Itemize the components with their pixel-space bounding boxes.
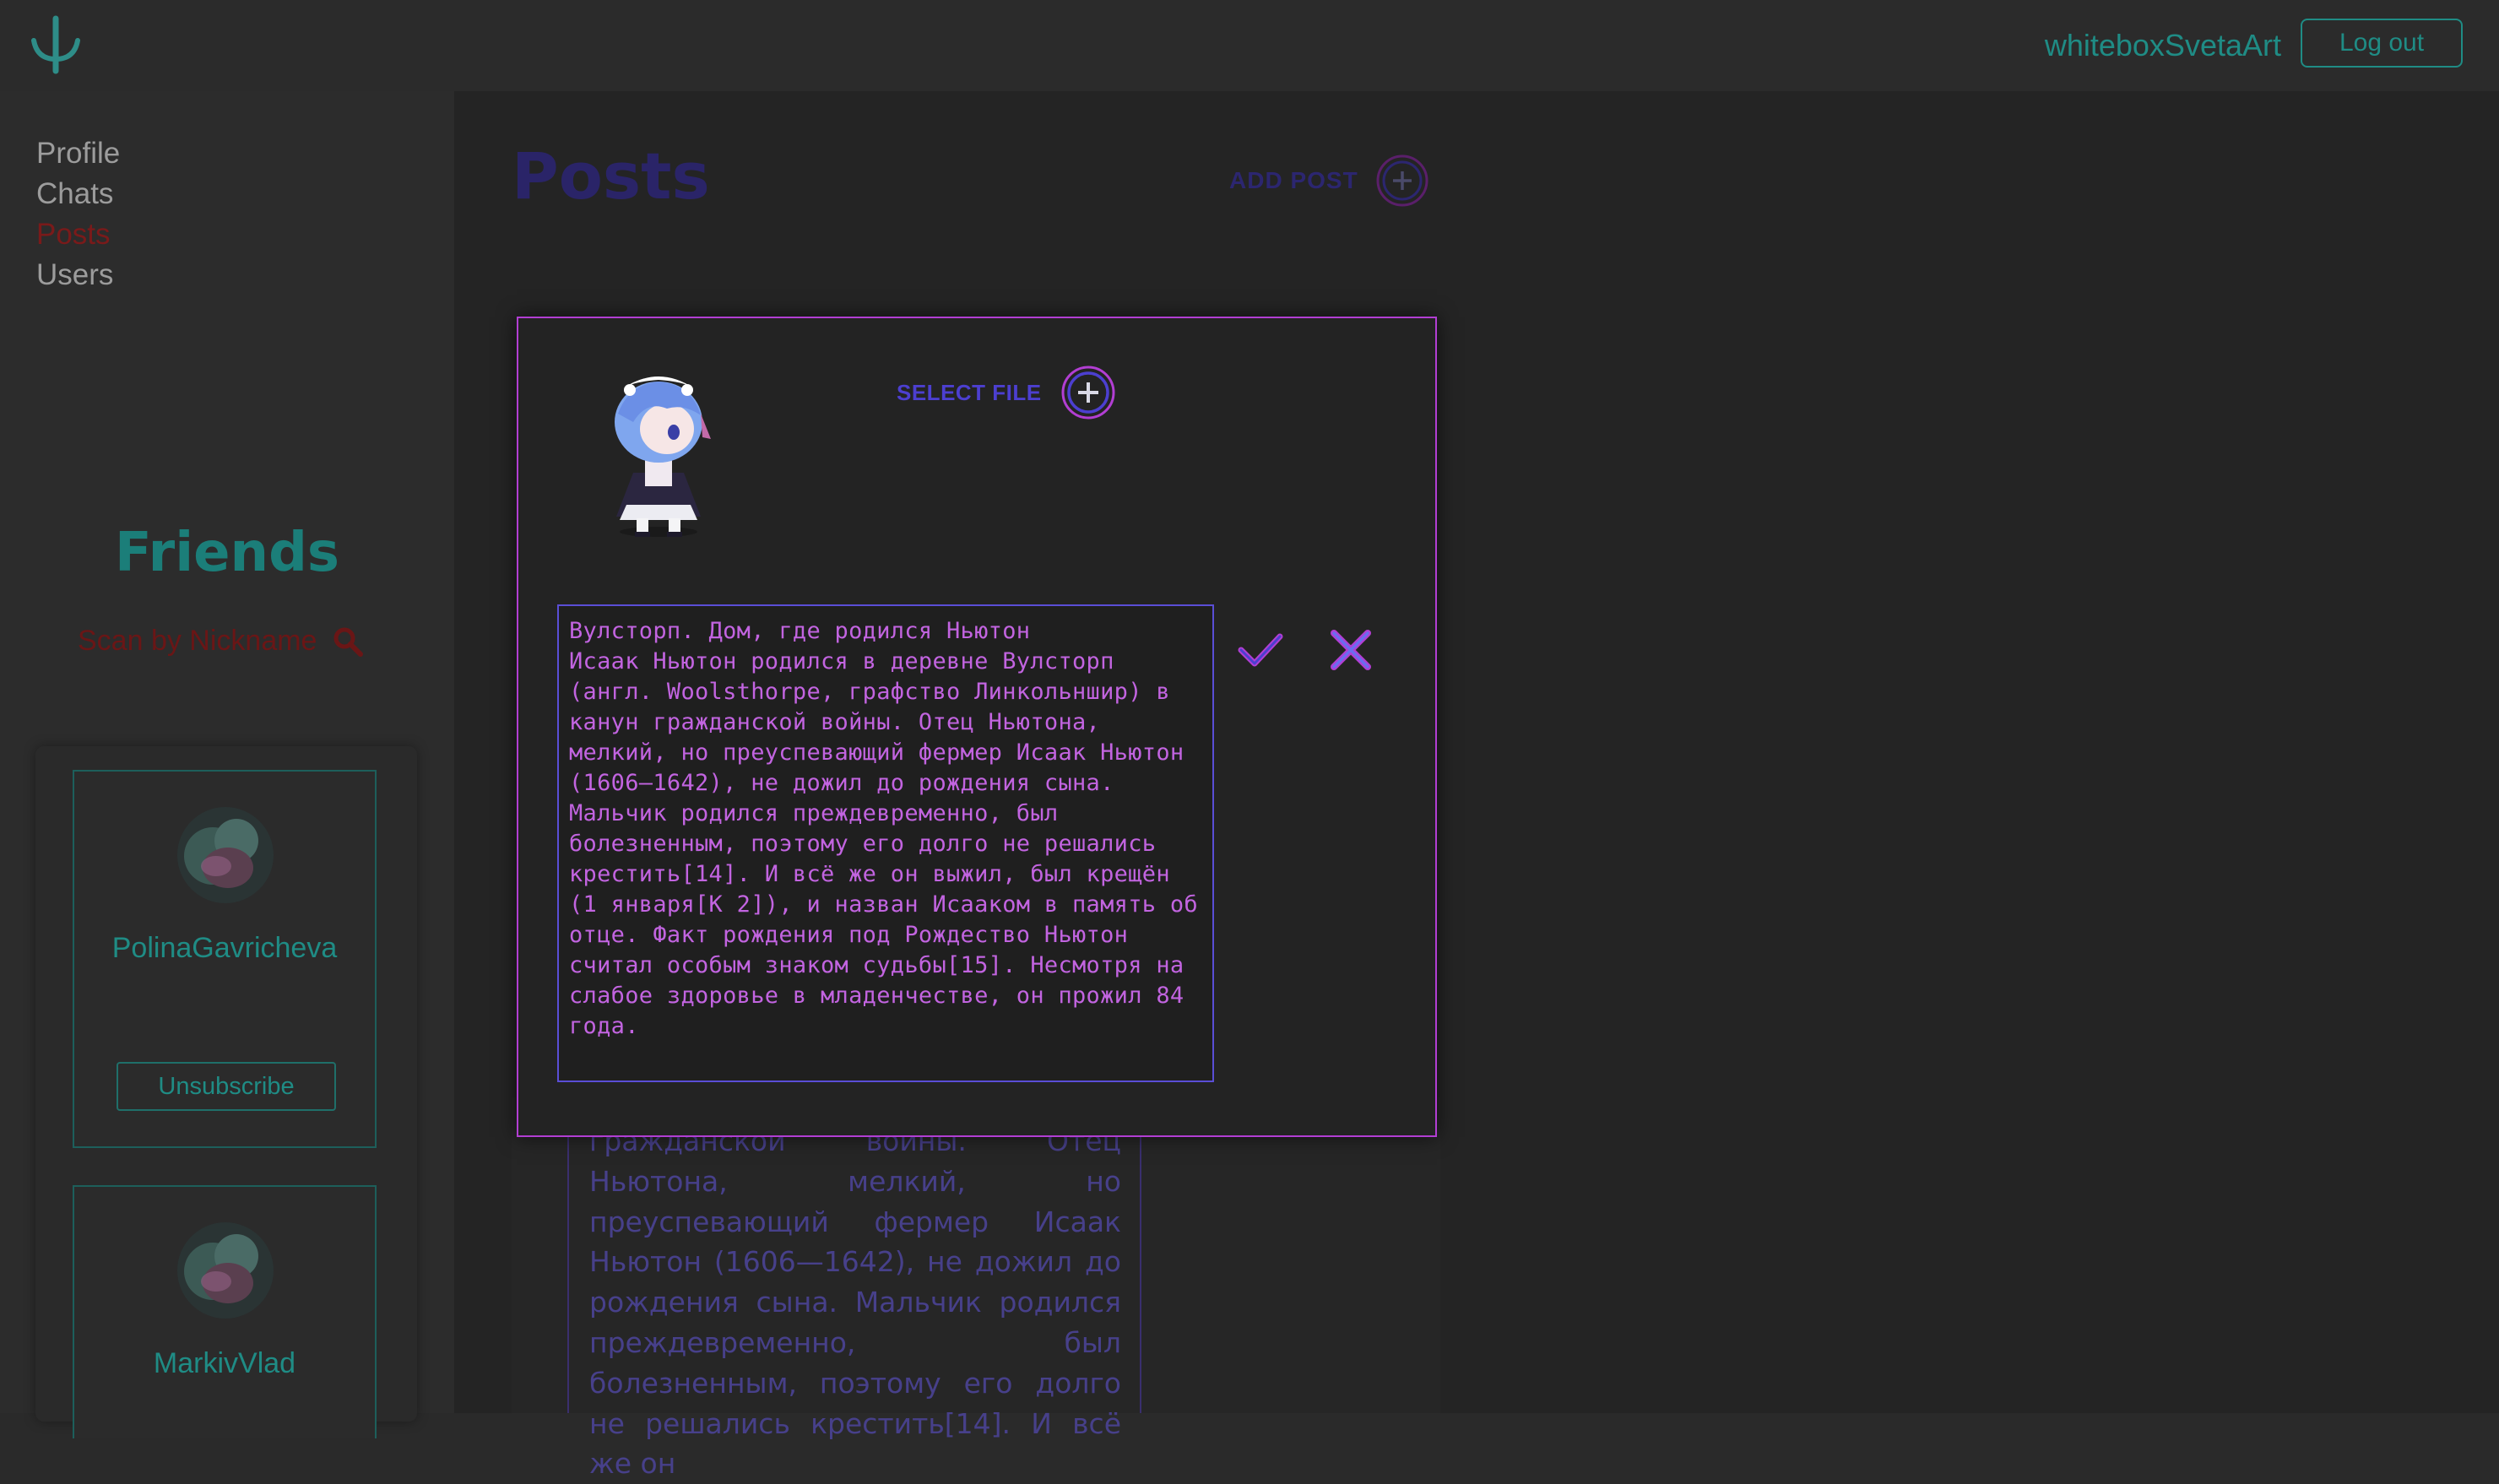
friend-name[interactable]: PolinaGavricheva: [74, 932, 375, 965]
search-input[interactable]: Scan by Nickname: [78, 625, 317, 658]
friend-card: PolinaGavricheva Unsubscribe: [73, 770, 377, 1148]
page-title: Posts: [512, 138, 710, 214]
avatar[interactable]: [177, 807, 274, 903]
friends-title: Friends: [115, 522, 339, 584]
plus-circle-icon[interactable]: [1375, 154, 1429, 208]
add-post-label: ADD POST: [1229, 167, 1358, 193]
add-post-button[interactable]: ADD POST: [1229, 154, 1429, 208]
friends-list: PolinaGavricheva Unsubscribe MarkivVlad: [35, 746, 417, 1438]
friend-card: MarkivVlad: [73, 1185, 377, 1438]
avatar[interactable]: [177, 1222, 274, 1319]
search-icon[interactable]: [332, 626, 364, 658]
sidebar-item-users[interactable]: Users: [36, 255, 120, 295]
confirm-check-icon[interactable]: [1234, 625, 1285, 675]
cancel-close-icon[interactable]: [1325, 625, 1376, 675]
plus-circle-icon[interactable]: [1060, 365, 1116, 420]
sidebar: Profile Chats Posts Users Friends Scan b…: [0, 91, 454, 1438]
sidebar-item-profile[interactable]: Profile: [36, 133, 120, 174]
friend-name[interactable]: MarkivVlad: [74, 1347, 375, 1380]
top-bar: whiteboxSvetaArt Log out: [0, 0, 2499, 91]
logo-icon[interactable]: [29, 15, 83, 74]
select-file-label: SELECT FILE: [897, 379, 1042, 405]
sidebar-item-posts[interactable]: Posts: [36, 214, 120, 255]
friends-search[interactable]: Scan by Nickname: [78, 625, 364, 658]
logout-button[interactable]: Log out: [2301, 19, 2463, 68]
post-text: гражданской войны. Отец Ньютона, мелкий,…: [589, 1124, 1121, 1481]
post-text-field[interactable]: Вулсторп. Дом, где родился Ньютон Исаак …: [557, 604, 1214, 1082]
sidebar-item-chats[interactable]: Chats: [36, 174, 120, 214]
sidebar-nav: Profile Chats Posts Users: [36, 133, 120, 295]
image-preview: [615, 376, 711, 537]
username[interactable]: whiteboxSvetaArt: [2045, 25, 2281, 66]
post-text-value: Вулсторп. Дом, где родился Ньютон Исаак …: [569, 618, 1198, 1081]
unsubscribe-button[interactable]: Unsubscribe: [117, 1062, 336, 1111]
select-file-button[interactable]: SELECT FILE: [897, 365, 1116, 420]
